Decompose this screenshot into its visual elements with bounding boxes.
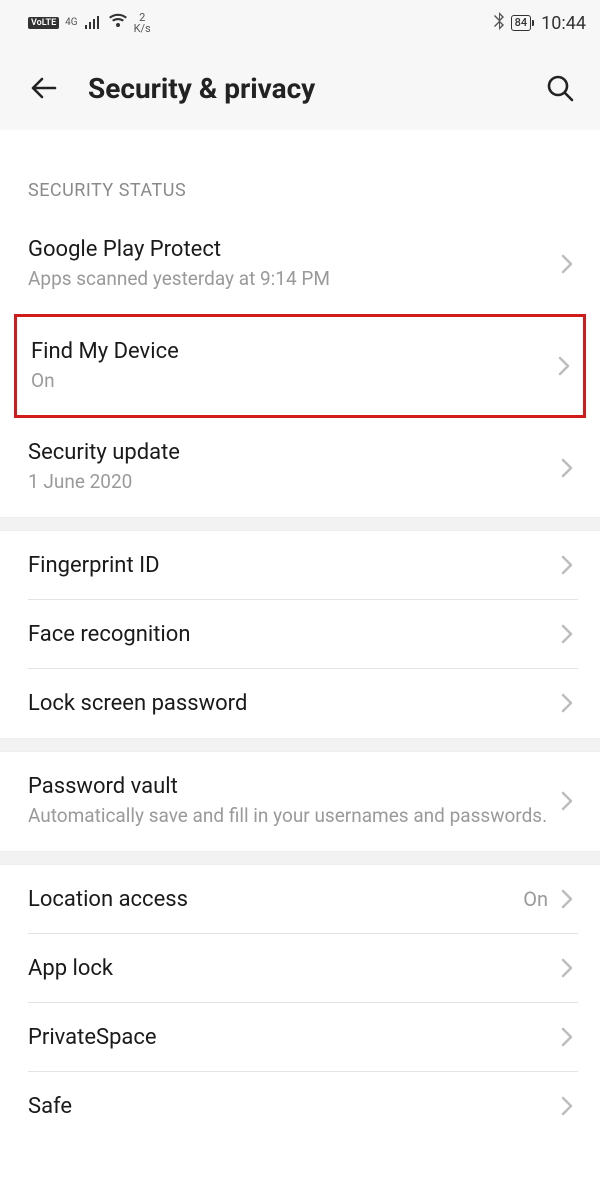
page-title: Security & privacy — [88, 72, 516, 105]
chevron-right-icon — [556, 692, 578, 714]
row-title: Find My Device — [31, 339, 553, 364]
chevron-right-icon — [556, 957, 578, 979]
row-app-lock[interactable]: App lock — [0, 934, 600, 1003]
row-title: Fingerprint ID — [28, 553, 556, 578]
chevron-right-icon — [556, 457, 578, 479]
section-header-security-status: SECURITY STATUS — [0, 130, 600, 215]
row-title: Face recognition — [28, 622, 556, 647]
row-title: App lock — [28, 956, 556, 981]
row-title: Safe — [28, 1094, 556, 1119]
status-left: VoLTE 4G 2 K/s — [28, 12, 151, 34]
row-subtitle: Automatically save and fill in your user… — [28, 803, 556, 829]
row-password-vault[interactable]: Password vault Automatically save and fi… — [0, 752, 600, 851]
search-button[interactable] — [540, 68, 580, 108]
network-type: 4G — [65, 18, 77, 28]
row-subtitle: On — [31, 368, 553, 394]
row-private-space[interactable]: PrivateSpace — [0, 1003, 600, 1072]
highlight-find-my-device: Find My Device On — [14, 314, 586, 419]
clock: 10:44 — [541, 13, 586, 34]
row-face-recognition[interactable]: Face recognition — [0, 600, 600, 669]
back-button[interactable] — [24, 68, 64, 108]
row-title: Location access — [28, 887, 523, 912]
chevron-right-icon — [556, 1095, 578, 1117]
row-value: On — [523, 887, 548, 911]
section-divider — [0, 517, 600, 531]
battery-indicator: 84 — [511, 15, 532, 31]
section-divider — [0, 851, 600, 865]
volte-badge: VoLTE — [28, 17, 59, 29]
row-subtitle: Apps scanned yesterday at 9:14 PM — [28, 266, 556, 292]
chevron-right-icon — [556, 253, 578, 275]
chevron-right-icon — [556, 623, 578, 645]
row-title: Google Play Protect — [28, 237, 556, 262]
signal-icon — [84, 16, 102, 30]
bluetooth-icon — [493, 12, 505, 34]
data-rate: 2 K/s — [134, 12, 151, 34]
row-find-my-device[interactable]: Find My Device On — [17, 317, 583, 416]
status-right: 84 10:44 — [493, 12, 586, 34]
row-location-access[interactable]: Location access On — [0, 865, 600, 934]
row-title: PrivateSpace — [28, 1025, 556, 1050]
search-icon — [545, 73, 575, 103]
row-google-play-protect[interactable]: Google Play Protect Apps scanned yesterd… — [0, 215, 600, 314]
status-bar: VoLTE 4G 2 K/s 84 10:44 — [0, 0, 600, 46]
chevron-right-icon — [556, 554, 578, 576]
row-title: Password vault — [28, 774, 556, 799]
row-subtitle: 1 June 2020 — [28, 469, 556, 495]
chevron-right-icon — [553, 355, 575, 377]
chevron-right-icon — [556, 790, 578, 812]
row-fingerprint-id[interactable]: Fingerprint ID — [0, 531, 600, 600]
section-divider — [0, 738, 600, 752]
row-safe[interactable]: Safe — [0, 1072, 600, 1141]
row-title: Security update — [28, 440, 556, 465]
chevron-right-icon — [556, 888, 578, 910]
row-lock-screen-password[interactable]: Lock screen password — [0, 669, 600, 738]
row-title: Lock screen password — [28, 691, 556, 716]
row-security-update[interactable]: Security update 1 June 2020 — [0, 418, 600, 517]
wifi-icon — [108, 13, 128, 33]
app-header: Security & privacy — [0, 46, 600, 130]
back-arrow-icon — [29, 73, 59, 103]
chevron-right-icon — [556, 1026, 578, 1048]
